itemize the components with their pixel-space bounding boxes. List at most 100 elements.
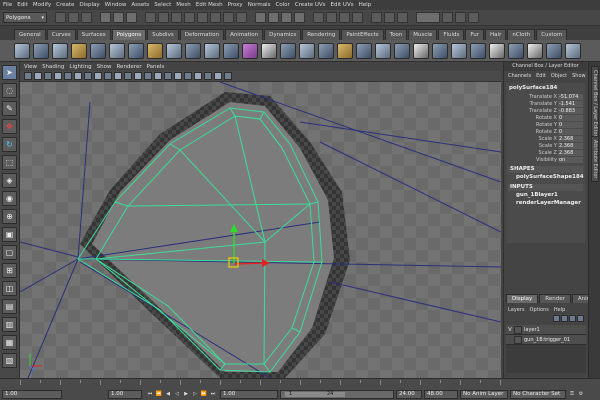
menu-item-create[interactable]: Create (56, 2, 74, 8)
mirror-geometry-icon[interactable] (318, 42, 334, 59)
current-time-field[interactable]: 1.00 (108, 389, 142, 399)
shelf-tab-hair[interactable]: Hair (485, 29, 507, 40)
grid-toggle-icon[interactable] (64, 72, 72, 80)
step-back-frame-icon[interactable]: ◀ (164, 390, 172, 398)
viewport-menu-lighting[interactable]: Lighting (69, 64, 91, 70)
range-end-field[interactable]: 24.00 (396, 389, 422, 399)
new-layer-selected-icon[interactable] (577, 315, 584, 322)
viewport-menu-show[interactable]: Show (97, 64, 112, 70)
construction-history-icon[interactable] (352, 12, 363, 23)
menu-item-select[interactable]: Select (154, 2, 171, 8)
layer-row[interactable]: Vlayer1 (506, 325, 586, 335)
shelf-tab-muscle[interactable]: Muscle (408, 29, 438, 40)
step-back-icon[interactable]: ⏪ (155, 390, 163, 398)
poly-cone-icon[interactable] (71, 42, 87, 59)
scale-tool-icon[interactable]: ⬚ (2, 155, 17, 170)
mask-misc-icon[interactable] (236, 12, 247, 23)
combine-icon[interactable] (185, 42, 201, 59)
attribute-editor-side-tab[interactable]: Attribute Editor (591, 136, 599, 183)
layout-hypershade-icon[interactable]: ▦ (2, 335, 17, 350)
ipr-render-icon[interactable] (384, 12, 395, 23)
lasso-tool-icon[interactable]: ◌ (2, 83, 17, 98)
save-scene-icon[interactable] (81, 12, 92, 23)
layer-menu-options[interactable]: Options (530, 307, 549, 313)
menu-item-proxy[interactable]: Proxy (228, 2, 243, 8)
last-tool-icon[interactable]: ▣ (2, 227, 17, 242)
menu-item-create-uvs[interactable]: Create UVs (295, 2, 326, 8)
extrude-icon[interactable] (337, 42, 353, 59)
split-polygon-icon[interactable] (394, 42, 410, 59)
menu-item-mesh[interactable]: Mesh (176, 2, 190, 8)
menu-item-color[interactable]: Color (275, 2, 289, 8)
image-plane-icon[interactable] (54, 72, 62, 80)
insert-edge-loop-icon[interactable] (413, 42, 429, 59)
cut-faces-icon[interactable] (470, 42, 486, 59)
poly-torus-icon[interactable] (109, 42, 125, 59)
poly-pipe-icon[interactable] (166, 42, 182, 59)
wireframe-icon[interactable] (134, 72, 142, 80)
shelf-tab-ncloth[interactable]: nCloth (507, 29, 536, 40)
render-frame-icon[interactable] (371, 12, 382, 23)
automatic-mapping-icon[interactable] (546, 42, 562, 59)
scene-view[interactable] (20, 82, 501, 378)
attribute-value-field[interactable]: 0 (557, 121, 583, 128)
viewport-menu-shading[interactable]: Shading (42, 64, 64, 70)
viewport-menu-view[interactable]: View (24, 64, 37, 70)
shelf-tab-general[interactable]: General (14, 29, 46, 40)
menu-item-file[interactable]: File (3, 2, 12, 8)
attribute-row[interactable]: Translate Z -0.883 (508, 107, 583, 114)
attribute-row[interactable]: Visibility on (508, 156, 583, 163)
range-start-field[interactable]: 1.00 (220, 389, 278, 399)
layer-type-toggle[interactable] (514, 325, 522, 334)
attribute-value-field[interactable]: 2.368 (557, 149, 583, 156)
shelf-tab-painteffects[interactable]: PaintEffects (341, 29, 384, 40)
attribute-value-field[interactable]: -0.883 (557, 107, 583, 114)
poly-plane-icon[interactable] (90, 42, 106, 59)
history-icon[interactable] (313, 12, 324, 23)
poly-prism-icon[interactable] (128, 42, 144, 59)
attribute-row[interactable]: Rotate Z0 (508, 128, 583, 135)
attribute-value-field[interactable]: 0 (557, 128, 583, 135)
move-tool-icon[interactable]: ✥ (2, 119, 17, 134)
spherical-mapping-icon[interactable] (527, 42, 543, 59)
character-set-dropdown[interactable]: No Character Set (510, 389, 566, 399)
range-slider-thumb[interactable] (285, 391, 345, 397)
mask-surface-icon[interactable] (184, 12, 195, 23)
attribute-value-field[interactable]: -1.541 (557, 100, 583, 107)
film-gate-icon[interactable] (74, 72, 82, 80)
gate-mask-icon[interactable] (94, 72, 102, 80)
layer-tab-render[interactable]: Render (539, 294, 571, 303)
snap-point-icon[interactable] (281, 12, 292, 23)
input-line-icon[interactable] (416, 12, 440, 23)
move-layer-down-icon[interactable] (561, 315, 568, 322)
menu-item-assets[interactable]: Assets (131, 2, 149, 8)
use-all-lights-icon[interactable] (174, 72, 182, 80)
mask-handle-icon[interactable] (145, 12, 156, 23)
viewport-canvas[interactable] (20, 82, 501, 378)
shadows-icon[interactable] (184, 72, 192, 80)
attribute-value-field[interactable]: 2.368 (557, 142, 583, 149)
step-forward-frame-icon[interactable]: ▷ (191, 390, 199, 398)
channel-box-side-tab[interactable]: Channel Box / Layer Editor (591, 66, 599, 141)
anim-end-field[interactable]: 48.00 (424, 389, 458, 399)
shelf-tab-deformation[interactable]: Deformation (179, 29, 225, 40)
layer-visibility-toggle[interactable]: V (506, 327, 514, 333)
shelf-tab-rendering[interactable]: Rendering (302, 29, 341, 40)
start-time-field[interactable]: 1.00 (2, 389, 62, 399)
shelf-tab-surfaces[interactable]: Surfaces (76, 29, 111, 40)
toggle-sidebar-icon[interactable] (442, 12, 453, 23)
attribute-value-field[interactable]: -51.074 (557, 93, 583, 100)
menu-item-edit[interactable]: Edit (17, 2, 28, 8)
output-ops-icon[interactable] (339, 12, 350, 23)
open-scene-icon[interactable] (68, 12, 79, 23)
mask-render-icon[interactable] (223, 12, 234, 23)
shelf-tab-animation[interactable]: Animation (225, 29, 264, 40)
shelf-tab-fluids[interactable]: Fluids (438, 29, 465, 40)
poly-cylinder-icon[interactable] (52, 42, 68, 59)
channel-box-menu-edit[interactable]: Edit (536, 73, 546, 79)
attribute-value-field[interactable]: 2.368 (557, 135, 583, 142)
toggle-attribute-icon[interactable] (455, 12, 466, 23)
safe-action-icon[interactable] (114, 72, 122, 80)
shape-name[interactable]: polySurfaceShape184 (508, 173, 584, 181)
input-ops-icon[interactable] (326, 12, 337, 23)
